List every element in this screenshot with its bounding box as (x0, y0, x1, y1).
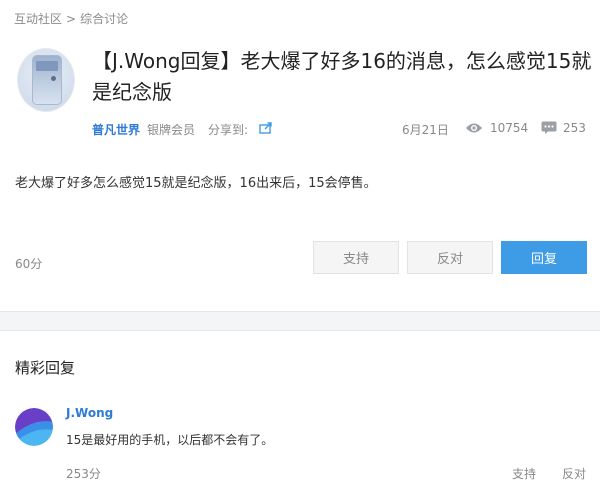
avatar[interactable] (15, 408, 53, 446)
post-date: 6月21日 (402, 123, 449, 137)
reply-button[interactable]: 回复 (501, 241, 587, 274)
post-score: 60分 (15, 257, 43, 271)
section-divider (0, 311, 600, 331)
post-author[interactable]: 普凡世界 (92, 121, 140, 138)
phone-image (32, 55, 62, 105)
reply-text: 15是最好用的手机，以后都不会有了。 (66, 433, 274, 447)
reply-author[interactable]: J.Wong (66, 406, 113, 420)
post-meta: 普凡世界 银牌会员 分享到: 6月21日 10754 253 (92, 121, 592, 139)
highlights-title: 精彩回复 (15, 359, 76, 377)
comment-icon (541, 121, 557, 134)
oppose-button[interactable]: 反对 (407, 241, 493, 274)
reply-support-button[interactable]: 支持 (512, 465, 536, 482)
breadcrumb-separator: > (66, 11, 77, 26)
post-body: 老大爆了好多怎么感觉15就是纪念版，16出来后，15会停售。 (15, 176, 377, 191)
eye-icon (466, 123, 482, 133)
post-title: 【J.Wong回复】老大爆了好多16的消息，怎么感觉15就是纪念版 (92, 49, 592, 104)
view-count: 10754 (490, 121, 529, 135)
share-icon[interactable] (259, 122, 273, 134)
post-thumbnail[interactable] (17, 48, 75, 112)
support-button[interactable]: 支持 (313, 241, 399, 274)
share-label: 分享到: (208, 123, 249, 137)
reply-score: 253分 (66, 467, 101, 481)
author-rank: 银牌会员 (147, 123, 196, 137)
breadcrumb: 互动社区 > 综合讨论 (14, 10, 128, 27)
reply-oppose-button[interactable]: 反对 (562, 465, 586, 482)
comment-count: 253 (563, 121, 586, 135)
breadcrumb-root[interactable]: 互动社区 (14, 10, 62, 27)
breadcrumb-current[interactable]: 综合讨论 (80, 10, 128, 27)
